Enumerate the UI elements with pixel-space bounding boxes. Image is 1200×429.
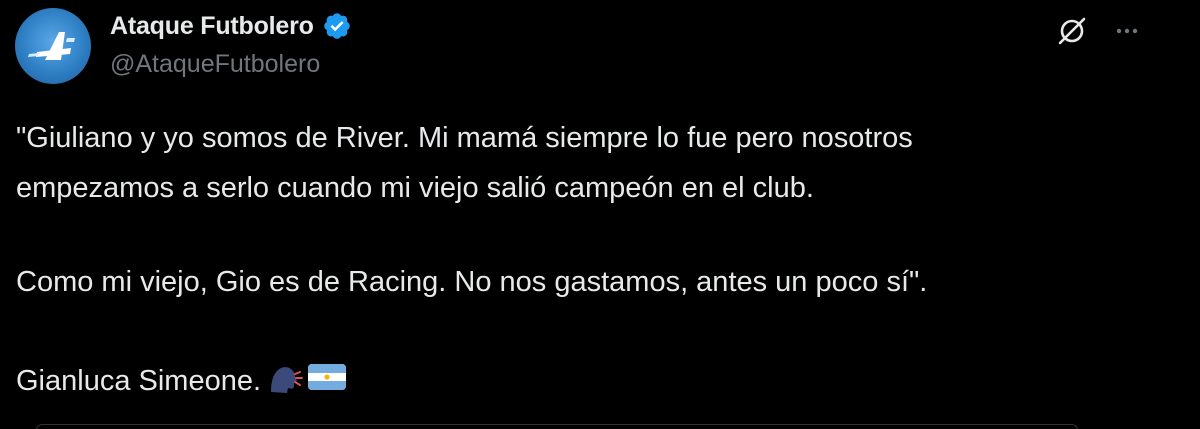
tweet-text-line: empezamos a serlo cuando mi viejo salió … — [16, 172, 814, 204]
tweet-text-line: Como mi viejo, Gio es de Racing. No nos … — [16, 266, 928, 298]
grok-button[interactable] — [1053, 12, 1091, 50]
verified-badge-icon — [322, 11, 352, 41]
more-horizontal-icon — [1116, 28, 1138, 34]
tweet-signature-text: Gianluca Simeone. — [16, 365, 262, 397]
more-button[interactable] — [1108, 12, 1146, 50]
speaking-head-icon — [271, 367, 304, 393]
media-card-edge — [36, 424, 1078, 429]
emoji-group — [267, 362, 347, 396]
author-name-row: Ataque Futbolero — [110, 8, 352, 44]
tweet: Ataque Futbolero @AtaqueFutbolero "Giuli… — [0, 0, 1200, 429]
avatar[interactable] — [15, 8, 91, 84]
display-name[interactable]: Ataque Futbolero — [110, 12, 314, 41]
flag-argentina-icon — [308, 364, 347, 390]
tweet-text-line: "Giuliano y yo somos de River. Mi mamá s… — [16, 122, 913, 154]
ataque-futbolero-logo-icon — [28, 32, 75, 60]
grok-icon — [1058, 17, 1086, 45]
tweet-signature-line: Gianluca Simeone. — [16, 362, 347, 399]
author-handle[interactable]: @AtaqueFutbolero — [110, 50, 320, 79]
